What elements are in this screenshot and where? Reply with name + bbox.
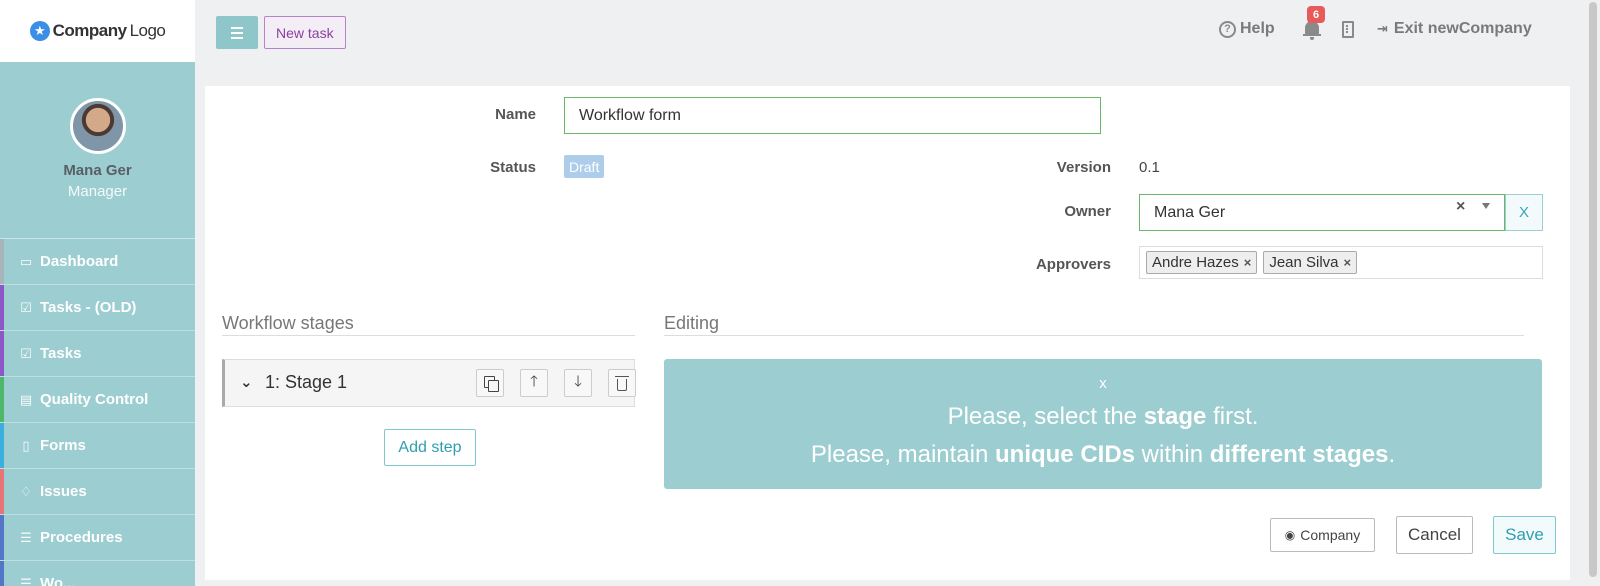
alert-message-2: Please, maintain unique CIDs within diff… [810, 441, 1396, 468]
sidebar-item-issues[interactable]: ♢ Issues [0, 469, 195, 515]
bell-outline-icon: ♢ [20, 483, 32, 499]
divider [222, 335, 635, 336]
company-label: Company [1300, 527, 1361, 543]
file-icon: ▯ [22, 437, 30, 453]
editing-title: Editing [664, 313, 720, 333]
name-label: Name [495, 106, 536, 123]
save-button[interactable]: Save [1493, 516, 1556, 554]
logo-prefix: Company [52, 21, 127, 40]
check-square-icon: ☑ [20, 345, 32, 361]
book-icon: ▤ [19, 391, 33, 407]
status-label: Status [490, 159, 536, 176]
owner-label: Owner [1064, 203, 1111, 220]
workflow-stages-title: Workflow stages [222, 313, 354, 333]
new-task-button[interactable]: New task [264, 16, 346, 49]
bell-icon [1305, 21, 1319, 35]
owner-select[interactable]: Mana Ger [1139, 194, 1505, 231]
sidebar-item-tasks-old[interactable]: ☑ Tasks - (OLD) [0, 285, 195, 331]
info-alert: x Please, select the stage first. Please… [664, 359, 1542, 489]
hamburger-icon [231, 26, 243, 29]
avatar[interactable] [69, 98, 126, 154]
status-badge: Draft [564, 155, 605, 178]
exit-company-link[interactable]: ⇥ Exit newCompany [1377, 20, 1532, 38]
notification-count-badge: 6 [1307, 6, 1325, 23]
topbar: New task ? Help 6 ⇥ Exit newCompany [195, 0, 1600, 61]
add-step-button[interactable]: Add step [384, 429, 476, 466]
cancel-button[interactable]: Cancel [1396, 516, 1473, 554]
sidebar-item-label: Forms [40, 437, 86, 454]
name-input[interactable]: Workflow form [564, 97, 1101, 134]
delete-stage-button[interactable] [608, 369, 636, 397]
profile-role: Manager [67, 183, 128, 200]
list-icon: ☰ [20, 529, 32, 545]
approver-tag: Andre Hazes × [1146, 251, 1258, 274]
user-profile: Mana Ger Manager [0, 62, 195, 239]
check-square-icon: ☑ [20, 299, 32, 315]
eye-icon: ◉ [1284, 528, 1296, 542]
building-icon[interactable] [1342, 21, 1354, 38]
sidebar-item-label: Issues [40, 483, 87, 500]
question-circle-icon: ? [1219, 20, 1236, 38]
alert-close-button[interactable]: x [664, 375, 1542, 392]
workflow-form-card: Name Workflow form Status Draft Version … [205, 86, 1570, 580]
help-label: Help [1240, 20, 1275, 37]
stage-label: 1: Stage 1 [265, 372, 348, 392]
logo-suffix: Logo [129, 21, 166, 40]
notifications-button[interactable] [1303, 20, 1321, 40]
version-label: Version [1056, 159, 1111, 176]
sidebar-item-label: Tasks [40, 345, 82, 362]
sidebar-item-quality-control[interactable]: ▤ Quality Control [0, 377, 195, 423]
sidebar-item-label: Wo... [40, 575, 76, 586]
menu-toggle-button[interactable] [216, 16, 258, 49]
remove-tag-icon[interactable]: × [1244, 255, 1252, 270]
alert-message-1: Please, select the stage first. [947, 403, 1259, 430]
sidebar-item-work[interactable]: ☰ Wo... [0, 561, 195, 586]
move-stage-up-button[interactable]: 🡑 [520, 369, 548, 397]
sidebar-item-forms[interactable]: ▯ Forms [0, 423, 195, 469]
arrow-up-icon: 🡑 [530, 372, 538, 390]
scrollbar-thumb[interactable] [1589, 2, 1597, 577]
sidebar-item-label: Dashboard [40, 253, 119, 270]
chevron-down-icon[interactable] [1482, 203, 1490, 209]
company-visibility-button[interactable]: ◉ Company [1270, 518, 1375, 552]
sidebar-item-procedures[interactable]: ☰ Procedures [0, 515, 195, 561]
trash-icon [615, 375, 629, 391]
company-logo[interactable]: ★ Company Logo [0, 0, 195, 62]
move-stage-down-button[interactable]: 🡓 [564, 369, 592, 397]
approver-name: Jean Silva [1269, 254, 1339, 271]
sidebar-item-tasks[interactable]: ☑ Tasks [0, 331, 195, 377]
sidebar-item-label: Procedures [40, 529, 123, 546]
sidebar-item-label: Tasks - (OLD) [40, 299, 137, 316]
owner-remove-button[interactable]: X [1505, 194, 1543, 231]
copy-icon [483, 376, 499, 392]
approvers-label: Approvers [1035, 256, 1111, 273]
profile-name: Mana Ger [63, 162, 132, 179]
sidebar-item-label: Quality Control [40, 391, 149, 408]
approvers-input[interactable]: Andre Hazes × Jean Silva × [1139, 246, 1543, 279]
sidebar-item-dashboard[interactable]: ▭ Dashboard [0, 239, 195, 285]
remove-tag-icon[interactable]: × [1344, 255, 1352, 270]
duplicate-stage-button[interactable] [476, 369, 504, 397]
chevron-down-icon[interactable]: ⌄ [240, 373, 253, 391]
sidebar: ★ Company Logo Mana Ger Manager ▭ Dashboa… [0, 0, 195, 586]
divider [664, 335, 1524, 336]
approver-name: Andre Hazes [1152, 254, 1239, 271]
scrollbar[interactable] [1586, 0, 1600, 586]
clear-owner-icon[interactable]: × [1456, 198, 1465, 216]
help-link[interactable]: ? Help [1219, 20, 1275, 38]
monitor-icon: ▭ [19, 253, 33, 269]
stage-row[interactable]: ⌄ 1: Stage 1 🡑 🡓 [222, 359, 636, 407]
version-value: 0.1 [1139, 159, 1160, 176]
list-icon: ☰ [20, 575, 32, 586]
exit-label: Exit newCompany [1393, 20, 1532, 37]
star-icon: ★ [29, 21, 50, 41]
arrow-down-icon: 🡓 [574, 372, 582, 390]
approver-tag: Jean Silva × [1263, 251, 1358, 274]
sign-out-icon: ⇥ [1377, 21, 1388, 36]
